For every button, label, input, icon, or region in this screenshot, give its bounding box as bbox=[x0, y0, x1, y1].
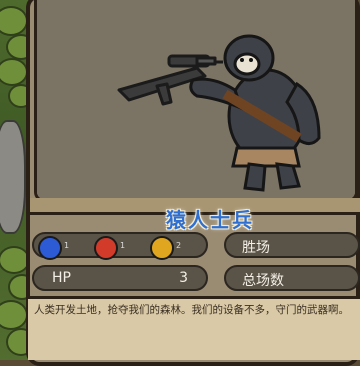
red-fist-icon[interactable] bbox=[94, 236, 118, 260]
wins-stat: 胜场 bbox=[224, 232, 360, 258]
total-matches-label: 总场数 bbox=[242, 273, 284, 289]
unit-name: 猿人士兵 bbox=[166, 208, 254, 232]
skill-level: 2 bbox=[176, 241, 182, 250]
blue-fist-icon[interactable] bbox=[38, 236, 62, 260]
skill-level: 1 bbox=[64, 241, 70, 250]
skills-panel: 1 1 2 bbox=[32, 232, 208, 260]
rock bbox=[0, 120, 26, 234]
hp-value: 3 bbox=[179, 270, 188, 286]
unit-portrait bbox=[34, 0, 358, 202]
hp-stat: HP 3 bbox=[32, 265, 208, 291]
total-matches-stat: 总场数 bbox=[224, 265, 360, 291]
ape-soldier-illustration bbox=[37, 0, 355, 199]
gold-claw-icon[interactable] bbox=[150, 236, 174, 260]
wins-label: 胜场 bbox=[242, 240, 270, 256]
unit-description: 人类开发土地，抢夺我们的森林。我们的设备不多，守门的武器啊。 bbox=[28, 296, 360, 360]
skill-level: 1 bbox=[120, 241, 126, 250]
hp-label: HP bbox=[52, 270, 71, 286]
